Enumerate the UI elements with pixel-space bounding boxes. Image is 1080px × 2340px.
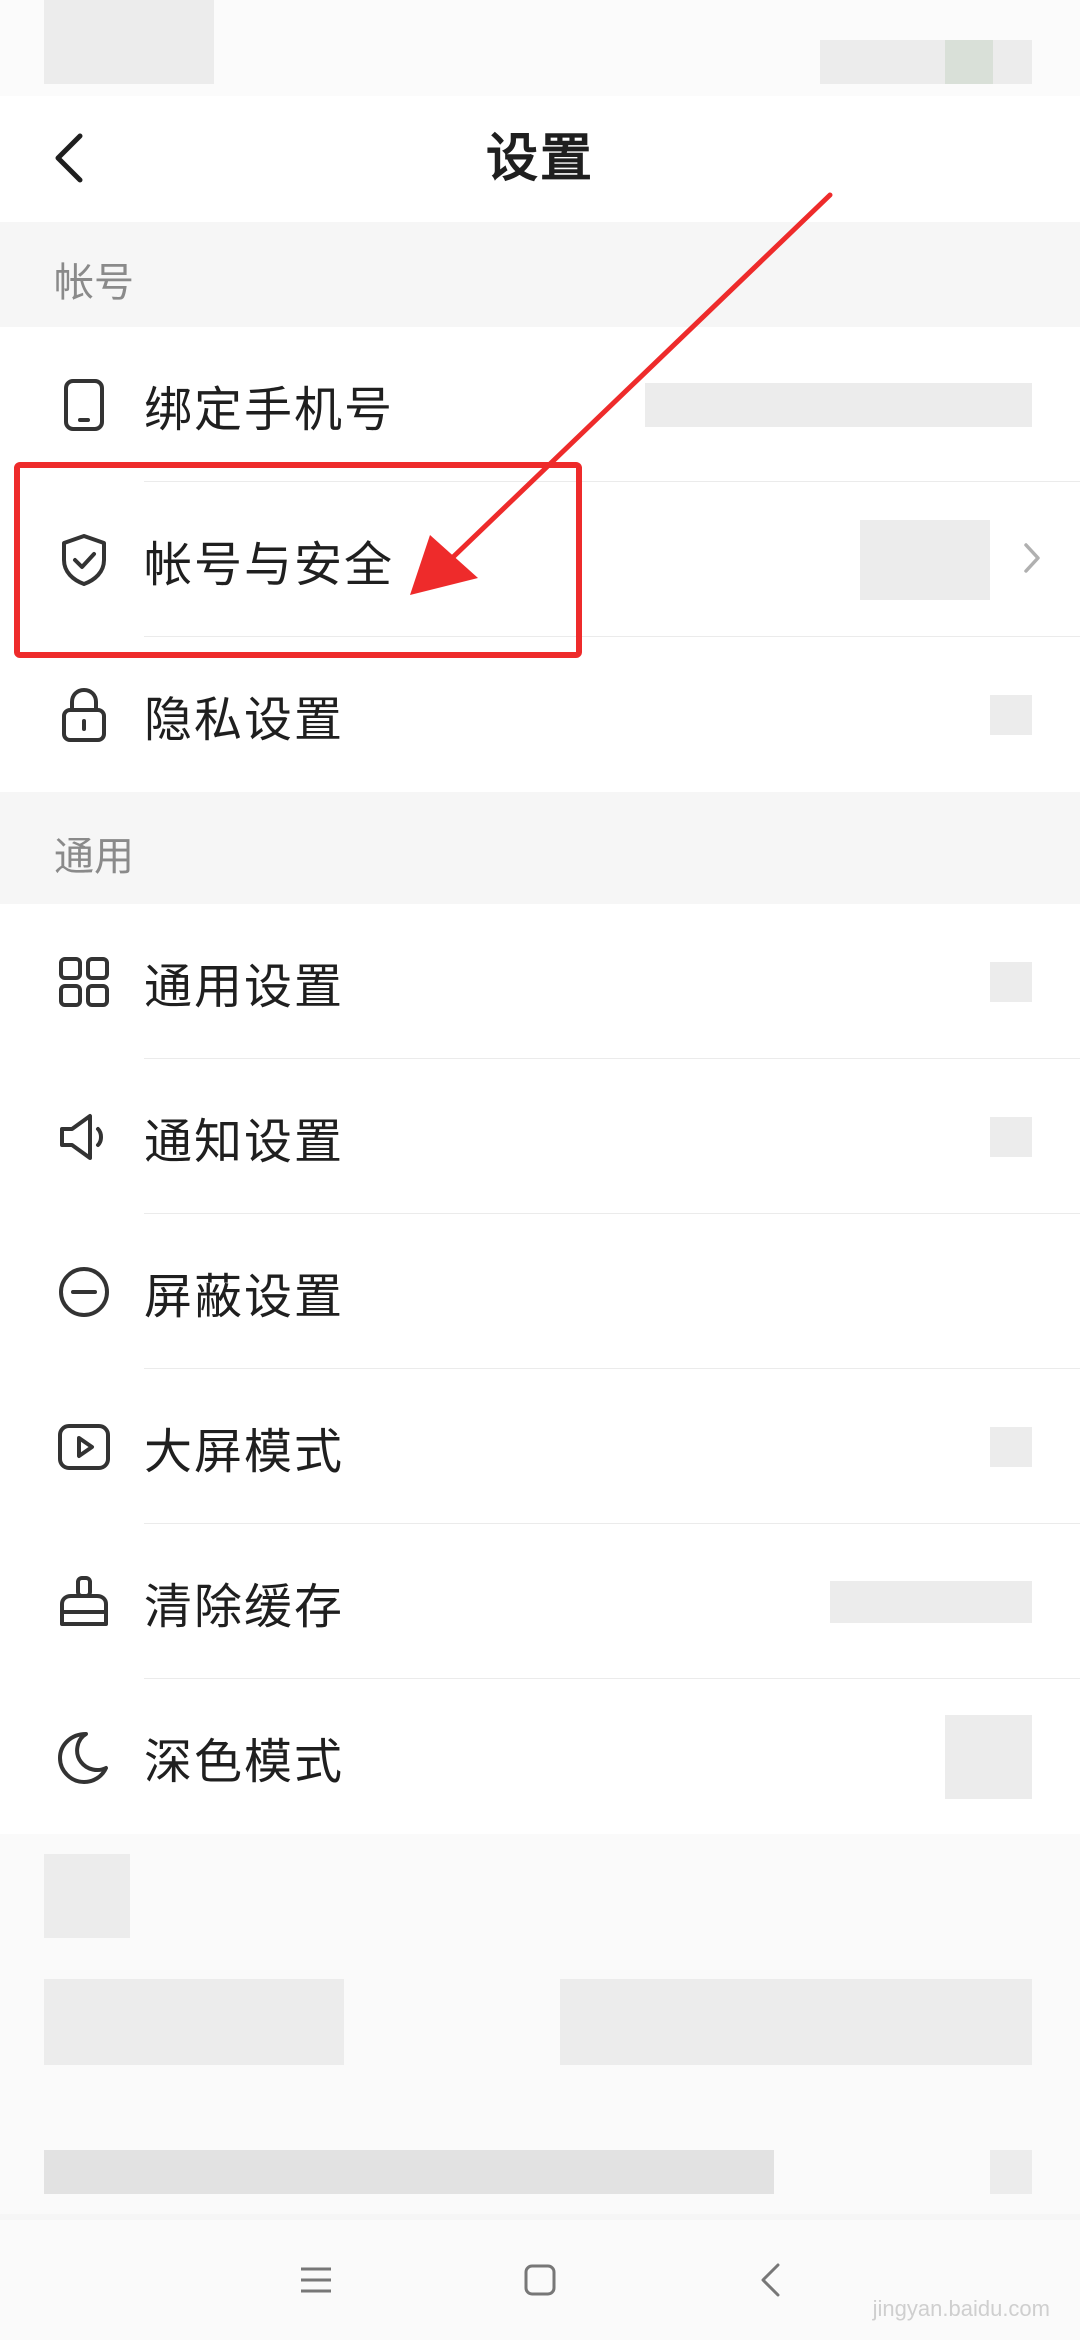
blurred-block [44,1979,344,2065]
watermark-text: jingyan.baidu.com [872,2296,1050,2321]
blurred-block [560,1979,1032,2065]
annotation-arrow [410,192,833,595]
menu-icon [301,2267,331,2293]
grid-icon [54,952,114,1012]
settings-item-big-screen[interactable]: 大屏模式 [0,1369,1080,1524]
blurred-value [990,694,1032,735]
settings-item-label: 通用设置 [144,958,345,1015]
blurred-cache-size [830,1580,1032,1623]
blurred-block [44,1854,130,1938]
blurred-value [990,1116,1032,1157]
square-icon [524,2264,556,2296]
play-screen-icon [54,1417,114,1477]
settings-item-dark-mode[interactable]: 深色模式 [0,1679,1080,1834]
settings-item-label: 通知设置 [144,1113,345,1170]
settings-item-label: 清除缓存 [144,1578,345,1635]
settings-item-notifications[interactable]: 通知设置 [0,1059,1080,1214]
section-title: 通用 [54,834,134,880]
blurred-block [990,2150,1032,2194]
system-nav-bar: jingyan.baidu.com [0,2220,1080,2340]
settings-item-label: 屏蔽设置 [144,1268,345,1325]
section-header-general: 通用 [0,792,1080,904]
blurred-value [990,961,1032,1002]
minus-circle-icon [54,1262,114,1322]
broom-icon [54,1572,114,1632]
system-back-button[interactable] [740,2250,800,2310]
settings-item-general-settings[interactable]: 通用设置 [0,904,1080,1059]
settings-item-block[interactable]: 屏蔽设置 [0,1214,1080,1369]
settings-item-label: 大屏模式 [144,1423,345,1480]
blurred-value [990,1426,1032,1467]
blurred-section [0,1834,1080,2214]
home-button[interactable] [510,2250,570,2310]
blurred-value [945,1714,1032,1799]
moon-icon [54,1727,114,1787]
settings-item-clear-cache[interactable]: 清除缓存 [0,1524,1080,1679]
speaker-icon [54,1107,114,1167]
recent-apps-button[interactable] [286,2250,346,2310]
blurred-block [44,2150,774,2194]
chevron-left-icon [761,2263,780,2297]
settings-item-label: 深色模式 [144,1733,345,1790]
